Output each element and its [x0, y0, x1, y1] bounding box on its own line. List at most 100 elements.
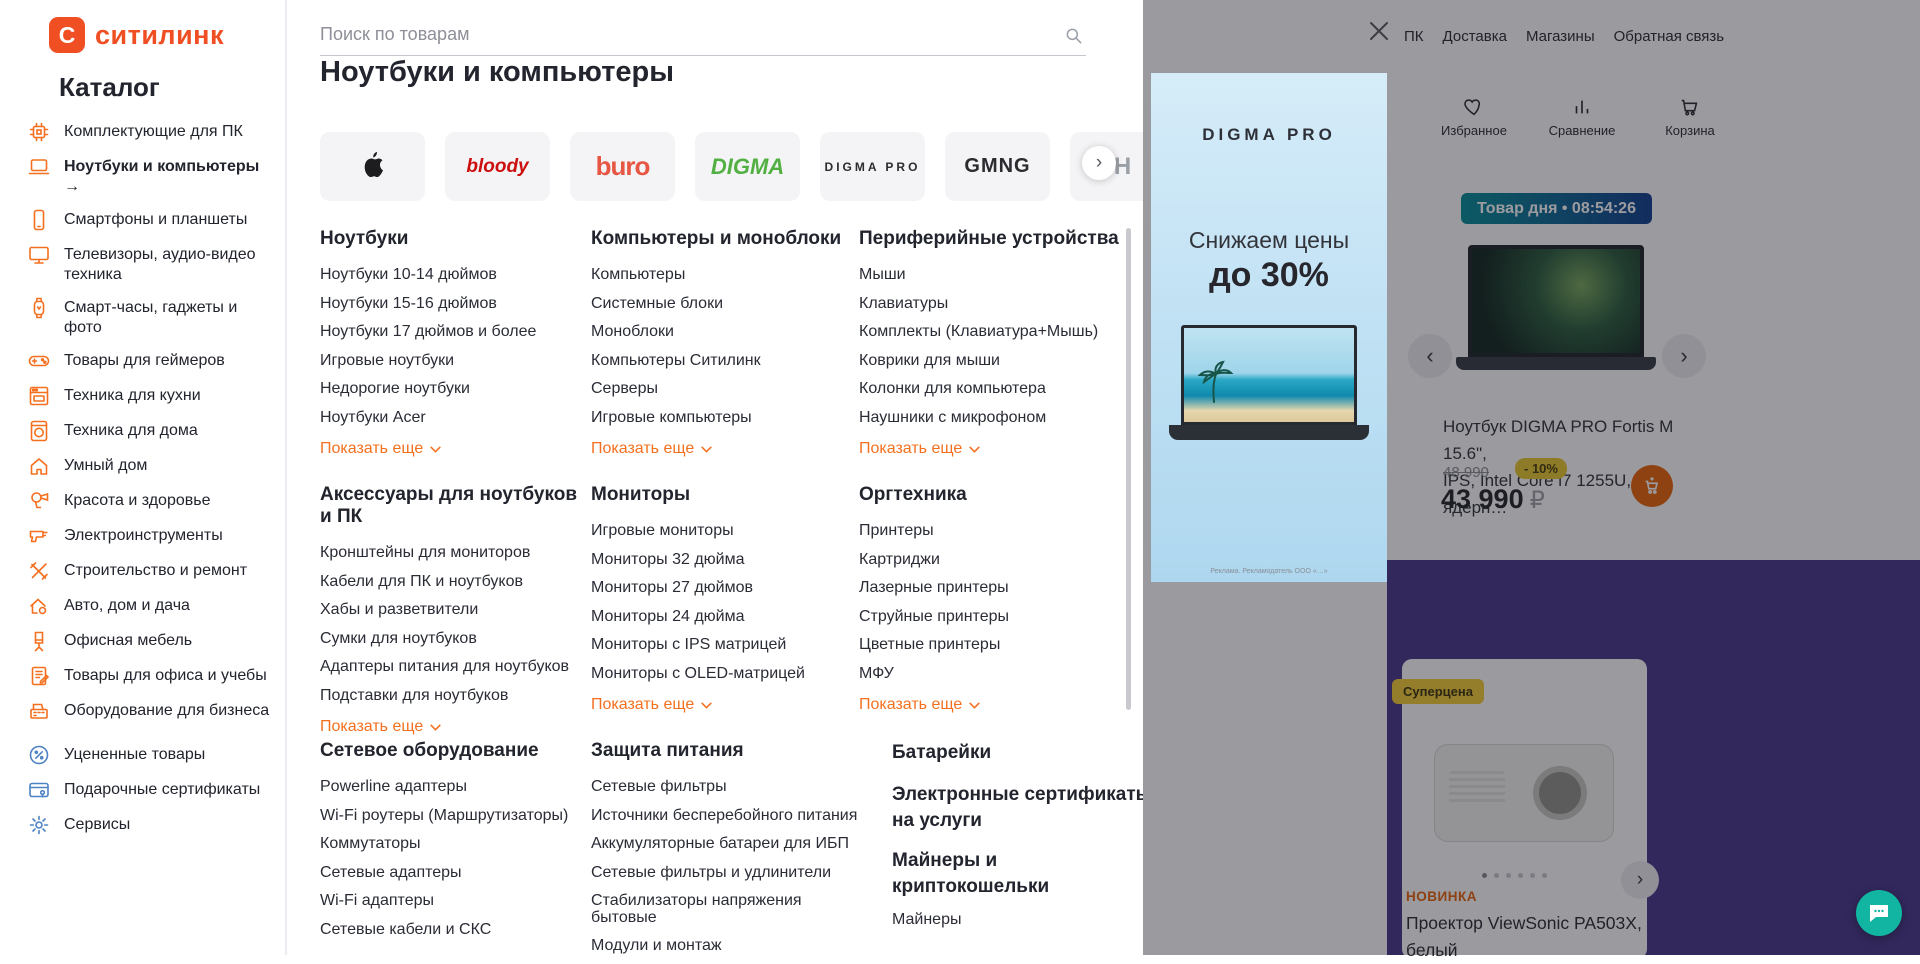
subcategory-link[interactable]: Игровые мониторы: [591, 523, 859, 540]
section-heading[interactable]: Оргтехника: [859, 484, 1139, 506]
subcategory-link[interactable]: Аккумуляторные батареи для ИБП: [591, 836, 859, 853]
panel-scrollbar-thumb[interactable]: [1126, 228, 1131, 710]
brand-tile-apple[interactable]: [320, 132, 425, 201]
subcategory-link[interactable]: Мониторы с IPS матрицей: [591, 637, 859, 654]
subcategory-link[interactable]: Игровые компьютеры: [591, 410, 859, 427]
subcategory-link[interactable]: Коммутаторы: [320, 836, 591, 853]
sidebar-item-smart-home[interactable]: Умный дом: [27, 454, 273, 478]
section-heading-certificates[interactable]: Электронные сертификаты на услуги: [892, 782, 1143, 834]
section-heading[interactable]: Мониторы: [591, 484, 859, 506]
subcategory-link[interactable]: Струйные принтеры: [859, 609, 1139, 626]
subcategory-link[interactable]: Цветные принтеры: [859, 637, 1139, 654]
subcategory-link[interactable]: Powerline адаптеры: [320, 779, 591, 796]
subcategory-link[interactable]: Недорогие ноутбуки: [320, 381, 591, 398]
sidebar-item-business-equipment[interactable]: Оборудование для бизнеса: [27, 699, 273, 723]
section-heading[interactable]: Сетевое оборудование: [320, 740, 591, 762]
sidebar-item-smartwatches-gadgets[interactable]: Смарт-часы, гаджеты и фото: [27, 296, 273, 338]
subcategory-link[interactable]: Сетевые кабели и СКС: [320, 922, 591, 939]
subcategory-link[interactable]: Коврики для мыши: [859, 353, 1139, 370]
subcategory-link[interactable]: Подставки для ноутбуков: [320, 688, 591, 705]
sidebar-item-kitchen-appliances[interactable]: Техника для кухни: [27, 384, 273, 408]
sidebar-item-gift-certificates[interactable]: Подарочные сертификаты: [27, 778, 273, 802]
show-more-link[interactable]: Показать еще: [320, 718, 591, 736]
citilink-logo-text: ситилинк: [95, 20, 224, 51]
section-heading[interactable]: Компьютеры и моноблоки: [591, 228, 859, 250]
subcategory-link[interactable]: Мониторы 24 дюйма: [591, 609, 859, 626]
section-heading[interactable]: Ноутбуки: [320, 228, 591, 250]
subcategory-link[interactable]: Принтеры: [859, 523, 1139, 540]
citilink-logo[interactable]: С ситилинк: [49, 17, 224, 53]
subcategory-link[interactable]: Компьютеры Ситилинк: [591, 353, 859, 370]
subcategory-link[interactable]: Wi-Fi роутеры (Маршрутизаторы): [320, 808, 591, 825]
subcategory-link[interactable]: Сетевые фильтры: [591, 779, 859, 796]
sidebar-item-auto-home-dacha[interactable]: Авто, дом и дача: [27, 594, 273, 618]
section-heading-batteries[interactable]: Батарейки: [892, 740, 1143, 766]
subcategory-link[interactable]: Колонки для компьютера: [859, 381, 1139, 398]
subcategory-link[interactable]: Кабели для ПК и ноутбуков: [320, 574, 591, 591]
subcategory-link[interactable]: Комплекты (Клавиатура+Мышь): [859, 324, 1139, 341]
subcategory-link[interactable]: Кронштейны для мониторов: [320, 545, 591, 562]
brand-tile-digma-pro[interactable]: DIGMA PRO: [820, 132, 925, 201]
sidebar-item-discounted-goods[interactable]: Уцененные товары: [27, 743, 273, 767]
subcategory-link[interactable]: Хабы и разветвители: [320, 602, 591, 619]
section-heading[interactable]: Защита питания: [591, 740, 859, 762]
search-input[interactable]: [320, 16, 1086, 56]
show-more-link[interactable]: Показать еще: [591, 440, 859, 458]
subcategory-link[interactable]: Сетевые фильтры и удлинители: [591, 865, 859, 882]
brand-tile-gmng[interactable]: GMNG: [945, 132, 1050, 201]
show-more-link[interactable]: Показать еще: [320, 440, 591, 458]
sidebar-item-home-appliances[interactable]: Техника для дома: [27, 419, 273, 443]
digma-pro-ad-banner[interactable]: DIGMA PRO Снижаем цены до 30% Реклама. Р…: [1151, 73, 1387, 582]
subcategory-link[interactable]: Мыши: [859, 267, 1139, 284]
sidebar-item-gamer-goods[interactable]: Товары для геймеров: [27, 349, 273, 373]
subcategory-link[interactable]: Сумки для ноутбуков: [320, 631, 591, 648]
brand-tile-bloody[interactable]: bloody: [445, 132, 550, 201]
brands-scroll-next-button[interactable]: ›: [1082, 146, 1116, 180]
subcategory-link[interactable]: Майнеры: [892, 912, 1143, 929]
sidebar-item-laptops-computers[interactable]: Ноутбуки и компьютеры →: [27, 155, 273, 197]
subcategory-link[interactable]: Моноблоки: [591, 324, 859, 341]
chat-widget-button[interactable]: [1856, 890, 1902, 936]
subcategory-link[interactable]: Лазерные принтеры: [859, 580, 1139, 597]
subcategory-link[interactable]: Адаптеры питания для ноутбуков: [320, 659, 591, 676]
subcategory-link[interactable]: МФУ: [859, 666, 1139, 683]
subcategory-link[interactable]: Ноутбуки Acer: [320, 410, 591, 427]
subcategory-link[interactable]: Ноутбуки 15-16 дюймов: [320, 296, 591, 313]
subcategory-link[interactable]: Мониторы 27 дюймов: [591, 580, 859, 597]
show-more-link[interactable]: Показать еще: [859, 440, 1139, 458]
subcategory-link[interactable]: Сетевые адаптеры: [320, 865, 591, 882]
sidebar-item-build-repair[interactable]: Строительство и ремонт: [27, 559, 273, 583]
brand-tile-digma[interactable]: DIGMA: [695, 132, 800, 201]
sidebar-item-office-furniture[interactable]: Офисная мебель: [27, 629, 273, 653]
sidebar-item-power-tools[interactable]: Электроинструменты: [27, 524, 273, 548]
subcategory-link[interactable]: Мониторы 32 дюйма: [591, 552, 859, 569]
subcategory-link[interactable]: Системные блоки: [591, 296, 859, 313]
subcategory-link[interactable]: Серверы: [591, 381, 859, 398]
sidebar-item-office-study-goods[interactable]: Товары для офиса и учебы: [27, 664, 273, 688]
subcategory-link[interactable]: Клавиатуры: [859, 296, 1139, 313]
subcategory-link[interactable]: Наушники с микрофоном: [859, 410, 1139, 427]
subcategory-link[interactable]: Игровые ноутбуки: [320, 353, 591, 370]
search-icon[interactable]: [1064, 26, 1084, 46]
close-modal-button[interactable]: [1362, 14, 1396, 48]
subcategory-link[interactable]: Источники бесперебойного питания: [591, 808, 859, 825]
section-heading-miners[interactable]: Майнеры и криптокошельки: [892, 848, 1143, 900]
section-heading[interactable]: Аксессуары для ноутбуков и ПК: [320, 484, 591, 528]
sidebar-item-pc-components[interactable]: Комплектующие для ПК: [27, 120, 273, 144]
subcategory-link[interactable]: Wi-Fi адаптеры: [320, 893, 591, 910]
subcategory-link[interactable]: Стабилизаторы напряжения бытовые: [591, 893, 859, 926]
subcategory-link[interactable]: Картриджи: [859, 552, 1139, 569]
subcategory-link[interactable]: Ноутбуки 10-14 дюймов: [320, 267, 591, 284]
show-more-link[interactable]: Показать еще: [591, 696, 859, 714]
sidebar-item-services[interactable]: Сервисы: [27, 813, 273, 837]
subcategory-link[interactable]: Модули и монтаж: [591, 938, 859, 955]
subcategory-link[interactable]: Ноутбуки 17 дюймов и более: [320, 324, 591, 341]
show-more-link[interactable]: Показать еще: [859, 696, 1139, 714]
sidebar-item-tv-audio-video[interactable]: Телевизоры, аудио-видео техника: [27, 243, 273, 285]
subcategory-link[interactable]: Мониторы с OLED-матрицей: [591, 666, 859, 683]
brand-tile-buro[interactable]: buro: [570, 132, 675, 201]
subcategory-link[interactable]: Компьютеры: [591, 267, 859, 284]
section-heading[interactable]: Периферийные устройства: [859, 228, 1139, 250]
sidebar-item-beauty-health[interactable]: Красота и здоровье: [27, 489, 273, 513]
sidebar-item-smartphones[interactable]: Смартфоны и планшеты: [27, 208, 273, 232]
